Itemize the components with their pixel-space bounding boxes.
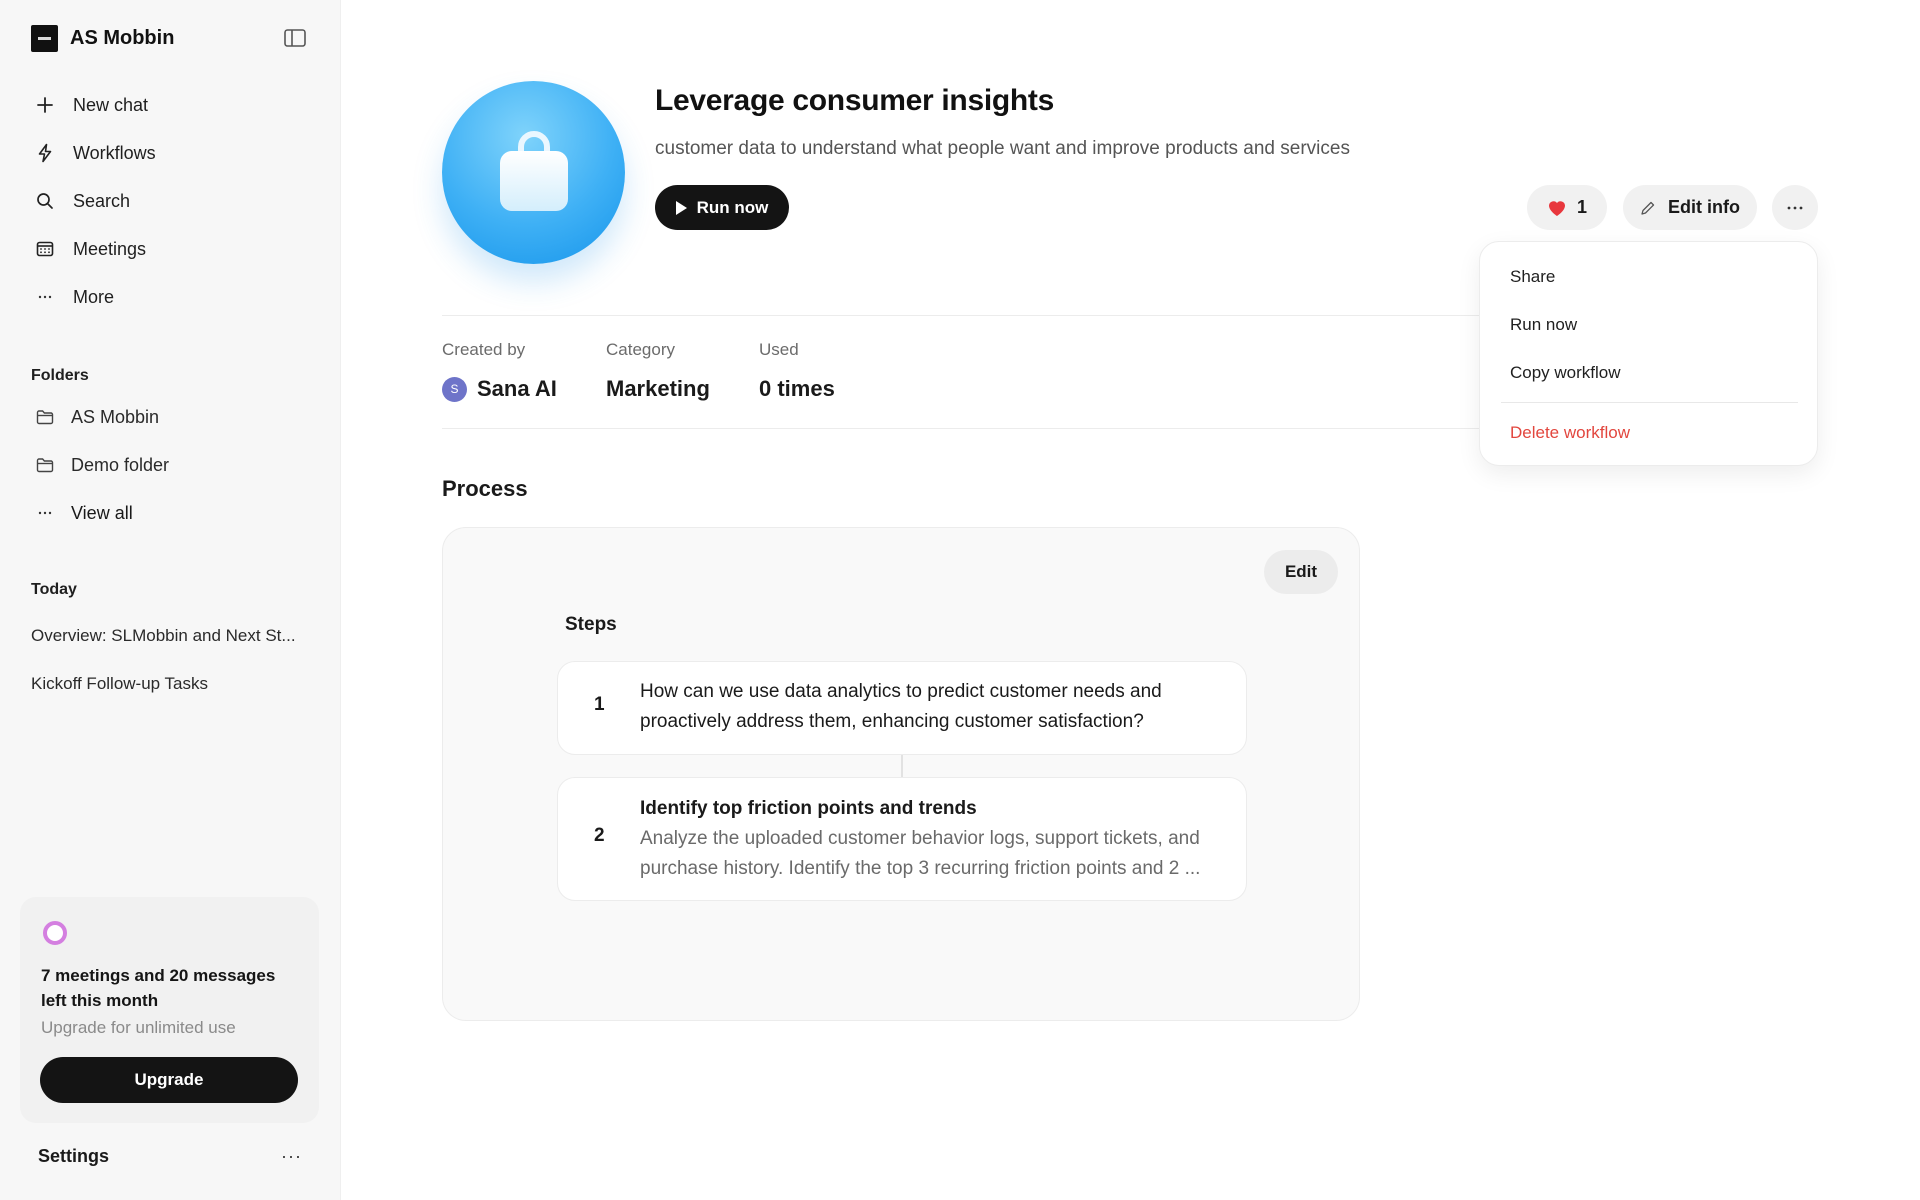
folder-icon bbox=[35, 407, 55, 427]
edit-info-label: Edit info bbox=[1668, 197, 1740, 217]
folder-icon bbox=[35, 455, 55, 475]
nav-item-more[interactable]: More bbox=[24, 273, 324, 321]
avatar: S bbox=[442, 376, 467, 402]
main-nav: New chat Workflows Search Meetings More bbox=[24, 81, 324, 321]
meta-divider bbox=[442, 428, 1482, 429]
menu-item-delete-workflow[interactable]: Delete workflow bbox=[1510, 423, 1630, 443]
nav-item-search[interactable]: Search bbox=[24, 177, 324, 225]
pencil-icon bbox=[1641, 201, 1655, 215]
settings-row: Settings ··· bbox=[38, 1143, 302, 1169]
header-divider bbox=[442, 315, 1482, 316]
step-title: Identify top friction points and trends bbox=[640, 798, 977, 819]
today-list: Overview: SLMobbin and Next St... Kickof… bbox=[31, 612, 321, 708]
search-icon bbox=[35, 191, 55, 211]
menu-divider bbox=[1501, 402, 1798, 403]
process-heading: Process bbox=[442, 476, 528, 501]
menu-item-copy-workflow[interactable]: Copy workflow bbox=[1510, 363, 1621, 383]
step-card[interactable]: 1 How can we use data analytics to predi… bbox=[557, 661, 1247, 755]
menu-item-run-now[interactable]: Run now bbox=[1510, 315, 1577, 335]
sidebar-toggle-icon[interactable] bbox=[283, 27, 307, 49]
usage-ring-icon bbox=[43, 921, 67, 945]
heart-icon bbox=[1548, 200, 1565, 216]
nav-item-meetings[interactable]: Meetings bbox=[24, 225, 324, 273]
plus-icon bbox=[35, 95, 55, 115]
process-panel: Edit Steps 1 How can we use data analyti… bbox=[442, 527, 1360, 1021]
usage-subtext: Upgrade for unlimited use bbox=[41, 1018, 236, 1037]
step-text: How can we use data analytics to predict… bbox=[640, 681, 1162, 732]
settings-link[interactable]: Settings bbox=[38, 1146, 109, 1167]
nav-item-label: Search bbox=[73, 190, 131, 211]
like-button[interactable]: 1 bbox=[1527, 185, 1607, 230]
chat-history-item[interactable]: Overview: SLMobbin and Next St... bbox=[31, 612, 321, 660]
edit-info-button[interactable]: Edit info bbox=[1623, 185, 1757, 230]
ellipsis-icon bbox=[35, 503, 55, 523]
workflow-icon bbox=[442, 81, 625, 264]
category-value: Marketing bbox=[606, 376, 710, 401]
workflow-description: customer data to understand what people … bbox=[655, 138, 1350, 159]
play-icon bbox=[675, 200, 687, 215]
run-now-label: Run now bbox=[696, 197, 769, 217]
usage-card: 7 meetings and 20 messages left this mon… bbox=[20, 897, 319, 1123]
workflow-title: Leverage consumer insights bbox=[655, 84, 1055, 117]
calendar-icon bbox=[35, 239, 55, 259]
step-card[interactable]: 2 Identify top friction points and trend… bbox=[557, 777, 1247, 901]
category-label: Category bbox=[606, 340, 675, 359]
view-all-label: View all bbox=[71, 502, 133, 523]
like-count: 1 bbox=[1576, 197, 1587, 217]
ellipsis-icon bbox=[1787, 206, 1803, 209]
nav-item-workflows[interactable]: Workflows bbox=[24, 129, 324, 177]
used-value: 0 times bbox=[759, 376, 835, 401]
more-options-button[interactable] bbox=[1772, 185, 1818, 230]
step-description: Analyze the uploaded customer behavior l… bbox=[640, 828, 1201, 879]
creator-name: Sana AI bbox=[477, 376, 557, 401]
nav-item-label: Workflows bbox=[73, 142, 156, 163]
workspace-logo bbox=[31, 24, 58, 52]
shopping-bag-icon bbox=[499, 130, 568, 211]
usage-message: 7 meetings and 20 messages left this mon… bbox=[41, 966, 276, 1010]
nav-item-label: More bbox=[73, 286, 115, 307]
folder-item[interactable]: Demo folder bbox=[24, 441, 324, 489]
today-heading: Today bbox=[31, 581, 77, 598]
nav-item-label: Meetings bbox=[73, 238, 147, 259]
step-number: 2 bbox=[594, 825, 605, 846]
folder-label: AS Mobbin bbox=[71, 406, 160, 427]
run-now-button[interactable]: Run now bbox=[655, 185, 789, 230]
workspace-switcher[interactable]: AS Mobbin bbox=[31, 24, 174, 52]
used-label: Used bbox=[759, 340, 799, 359]
folder-label: Demo folder bbox=[71, 454, 170, 475]
nav-item-label: New chat bbox=[73, 94, 149, 115]
step-content: Identify top friction points and trends … bbox=[640, 794, 1230, 884]
nav-item-new-chat[interactable]: New chat bbox=[24, 81, 324, 129]
menu-item-share[interactable]: Share bbox=[1510, 267, 1555, 287]
created-by-label: Created by bbox=[442, 340, 526, 359]
ellipsis-icon bbox=[35, 287, 55, 307]
more-options-menu: Share Run now Copy workflow Delete workf… bbox=[1479, 241, 1818, 466]
chat-history-item[interactable]: Kickoff Follow-up Tasks bbox=[31, 660, 321, 708]
sidebar: AS Mobbin New chat Workflows Search Meet… bbox=[0, 0, 341, 1200]
step-number: 1 bbox=[594, 694, 605, 715]
folder-list: AS Mobbin Demo folder View all bbox=[24, 393, 324, 537]
step-connector bbox=[901, 755, 903, 777]
workspace-name: AS Mobbin bbox=[70, 26, 175, 49]
steps-heading: Steps bbox=[565, 614, 617, 635]
folder-item[interactable]: AS Mobbin bbox=[24, 393, 324, 441]
lightning-icon bbox=[35, 143, 55, 163]
created-by-value: S Sana AI bbox=[442, 376, 557, 402]
edit-process-button[interactable]: Edit bbox=[1264, 550, 1338, 594]
upgrade-button[interactable]: Upgrade bbox=[40, 1057, 298, 1103]
settings-more-icon[interactable]: ··· bbox=[281, 1146, 302, 1167]
view-all-folders[interactable]: View all bbox=[24, 489, 324, 537]
folders-heading: Folders bbox=[31, 367, 89, 384]
